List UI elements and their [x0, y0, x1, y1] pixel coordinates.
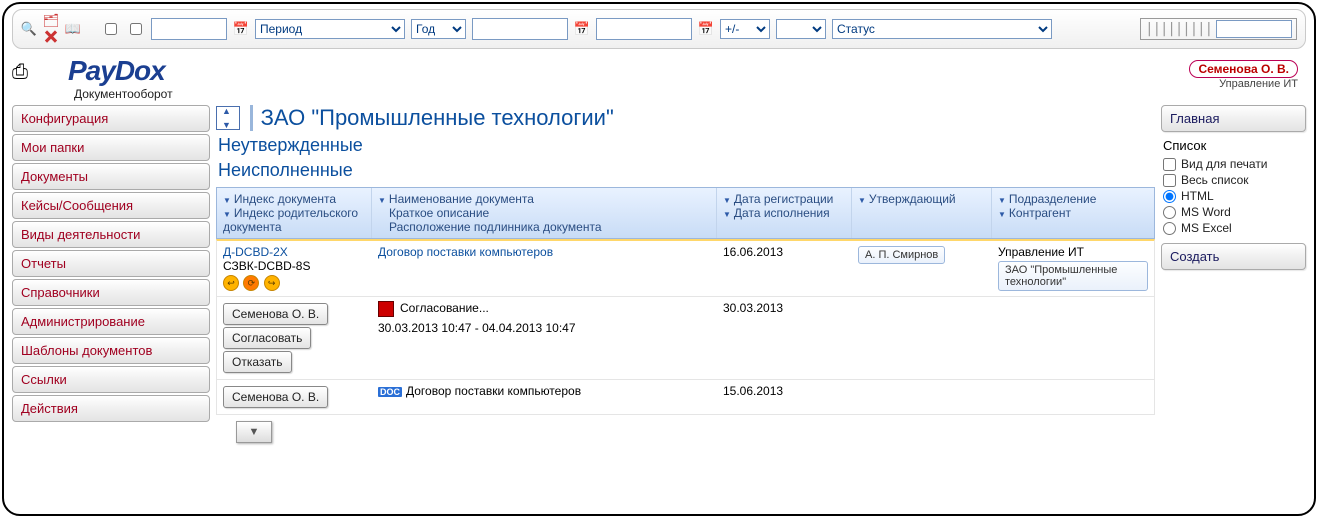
status-text: Согласование...	[400, 301, 489, 315]
th-location: Расположение подлинника документа	[389, 220, 602, 234]
toolbar-input-1[interactable]	[151, 18, 227, 40]
calendar-icon-1[interactable]: 📅	[574, 21, 590, 37]
doc-file-icon[interactable]: DOC	[378, 387, 402, 397]
format-html-radio[interactable]	[1163, 190, 1176, 203]
row3-date: 15.06.2013	[717, 380, 852, 414]
toolbar-check-1[interactable]	[105, 23, 117, 35]
person-button[interactable]: Семенова О. В.	[223, 386, 328, 408]
content-area: ЗАО "Промышленные технологии" Неутвержде…	[216, 105, 1155, 443]
print-view-label: Вид для печати	[1181, 157, 1268, 171]
th-contractor[interactable]: Контрагент	[1009, 206, 1071, 220]
approve-button[interactable]: Согласовать	[223, 327, 311, 349]
full-list-check[interactable]	[1163, 174, 1176, 187]
nav-links[interactable]: Ссылки	[12, 366, 210, 393]
format-word-label: MS Word	[1181, 205, 1231, 219]
table-row: Семенова О. В. Согласовать Отказать Согл…	[216, 297, 1155, 380]
format-html-label: HTML	[1181, 189, 1214, 203]
th-approver[interactable]: Утверждающий	[869, 192, 956, 206]
doc-index-link[interactable]: Д-DCBD-2X	[223, 245, 366, 259]
date-range: 30.03.2013 10:47 - 04.04.2013 10:47	[378, 321, 711, 335]
nav-configuration[interactable]: Конфигурация	[12, 105, 210, 132]
format-excel-label: MS Excel	[1181, 221, 1232, 235]
nav-actions[interactable]: Действия	[12, 395, 210, 422]
table-row: Д-DCBD-2X СЗВК-DCBD-8S ↩ ⟳ ↪ Договор пос…	[216, 239, 1155, 297]
row-dept: Управление ИТ	[998, 245, 1148, 259]
row3-doc-title: Договор поставки компьютеров	[406, 384, 581, 398]
date-from-input[interactable]	[472, 18, 568, 40]
book-icon[interactable]: 📖	[65, 21, 81, 37]
nav-reports[interactable]: Отчеты	[12, 250, 210, 277]
th-index[interactable]: Индекс документа	[234, 192, 336, 206]
clear-filter-icon[interactable]: 🗂✖	[43, 21, 59, 37]
user-badge[interactable]: Семенова О. В.	[1189, 60, 1298, 78]
format-word-radio[interactable]	[1163, 206, 1176, 219]
approver-chip[interactable]: А. П. Смирнов	[858, 246, 945, 264]
nav-cases[interactable]: Кейсы/Сообщения	[12, 192, 210, 219]
filter-unapproved: Неутвержденные	[218, 135, 1155, 156]
th-doc-name[interactable]: Наименование документа	[389, 192, 534, 206]
th-reg-date[interactable]: Дата регистрации	[734, 192, 833, 206]
reject-button[interactable]: Отказать	[223, 351, 292, 373]
reg-date: 16.06.2013	[717, 241, 852, 296]
table-header: ▼Индекс документа ▼Индекс родительского …	[216, 187, 1155, 239]
home-button[interactable]: Главная	[1161, 105, 1306, 132]
print-view-check[interactable]	[1163, 158, 1176, 171]
barcode-input[interactable]	[1216, 20, 1292, 38]
workflow-icon[interactable]: ↩	[223, 275, 239, 291]
scroll-next-button[interactable]: ▼	[236, 421, 272, 443]
th-parent-index[interactable]: Индекс родительского документа	[223, 206, 358, 234]
plusminus-select[interactable]: +/-	[720, 19, 770, 39]
person-button[interactable]: Семенова О. В.	[223, 303, 328, 325]
date-to-input[interactable]	[596, 18, 692, 40]
org-title: ЗАО "Промышленные технологии"	[250, 105, 614, 131]
nav-dictionaries[interactable]: Справочники	[12, 279, 210, 306]
user-dept: Управление ИТ	[1189, 78, 1298, 90]
doc-title-link[interactable]: Договор поставки компьютеров	[378, 245, 553, 259]
table-row: Семенова О. В. DOC Договор поставки компь…	[216, 380, 1155, 415]
nav-activities[interactable]: Виды деятельности	[12, 221, 210, 248]
search-icon[interactable]: 🔍	[21, 21, 37, 37]
th-desc: Краткое описание	[389, 206, 489, 220]
top-toolbar: 🔍 🗂✖ 📖 📅 Период Год 📅 📅 +/- Статус |||||…	[12, 9, 1306, 49]
status-icon	[378, 301, 394, 317]
brand-name: PayDox	[68, 55, 173, 87]
toolbar-check-2[interactable]	[130, 23, 142, 35]
nav-admin[interactable]: Администрирование	[12, 308, 210, 335]
period-select[interactable]: Период	[255, 19, 405, 39]
year-select[interactable]: Год	[411, 19, 466, 39]
workflow-icon[interactable]: ⟳	[243, 275, 259, 291]
full-list-label: Весь список	[1181, 173, 1249, 187]
contractor-chip[interactable]: ЗАО "Промышленные технологии"	[998, 261, 1148, 291]
workflow-icon[interactable]: ↪	[264, 275, 280, 291]
brand-subtitle: Документооборот	[74, 87, 173, 101]
nav-my-folders[interactable]: Мои папки	[12, 134, 210, 161]
app-logo: PayDox Документооборот	[68, 55, 173, 101]
left-nav: Конфигурация Мои папки Документы Кейсы/С…	[12, 105, 210, 443]
aux-select[interactable]	[776, 19, 826, 39]
nav-documents[interactable]: Документы	[12, 163, 210, 190]
calendar-range-icon[interactable]: 📅	[233, 21, 249, 37]
th-exec-date[interactable]: Дата исполнения	[734, 206, 830, 220]
filter-unexecuted: Неисполненные	[218, 160, 1155, 181]
right-panel: Главная Список Вид для печати Весь списо…	[1161, 105, 1306, 443]
th-dept[interactable]: Подразделение	[1009, 192, 1096, 206]
format-excel-radio[interactable]	[1163, 222, 1176, 235]
nav-templates[interactable]: Шаблоны документов	[12, 337, 210, 364]
create-button[interactable]: Создать	[1161, 243, 1306, 270]
status-select[interactable]: Статус	[832, 19, 1052, 39]
parent-index: СЗВК-DCBD-8S	[223, 259, 366, 273]
barcode-box: |||||||||	[1140, 18, 1297, 40]
barcode-icon: |||||||||	[1145, 21, 1212, 37]
sort-toggle[interactable]	[216, 106, 240, 130]
row2-date: 30.03.2013	[717, 297, 852, 379]
list-header: Список	[1163, 138, 1304, 153]
print-icon[interactable]: ⎙	[12, 61, 38, 84]
calendar-icon-2[interactable]: 📅	[698, 21, 714, 37]
